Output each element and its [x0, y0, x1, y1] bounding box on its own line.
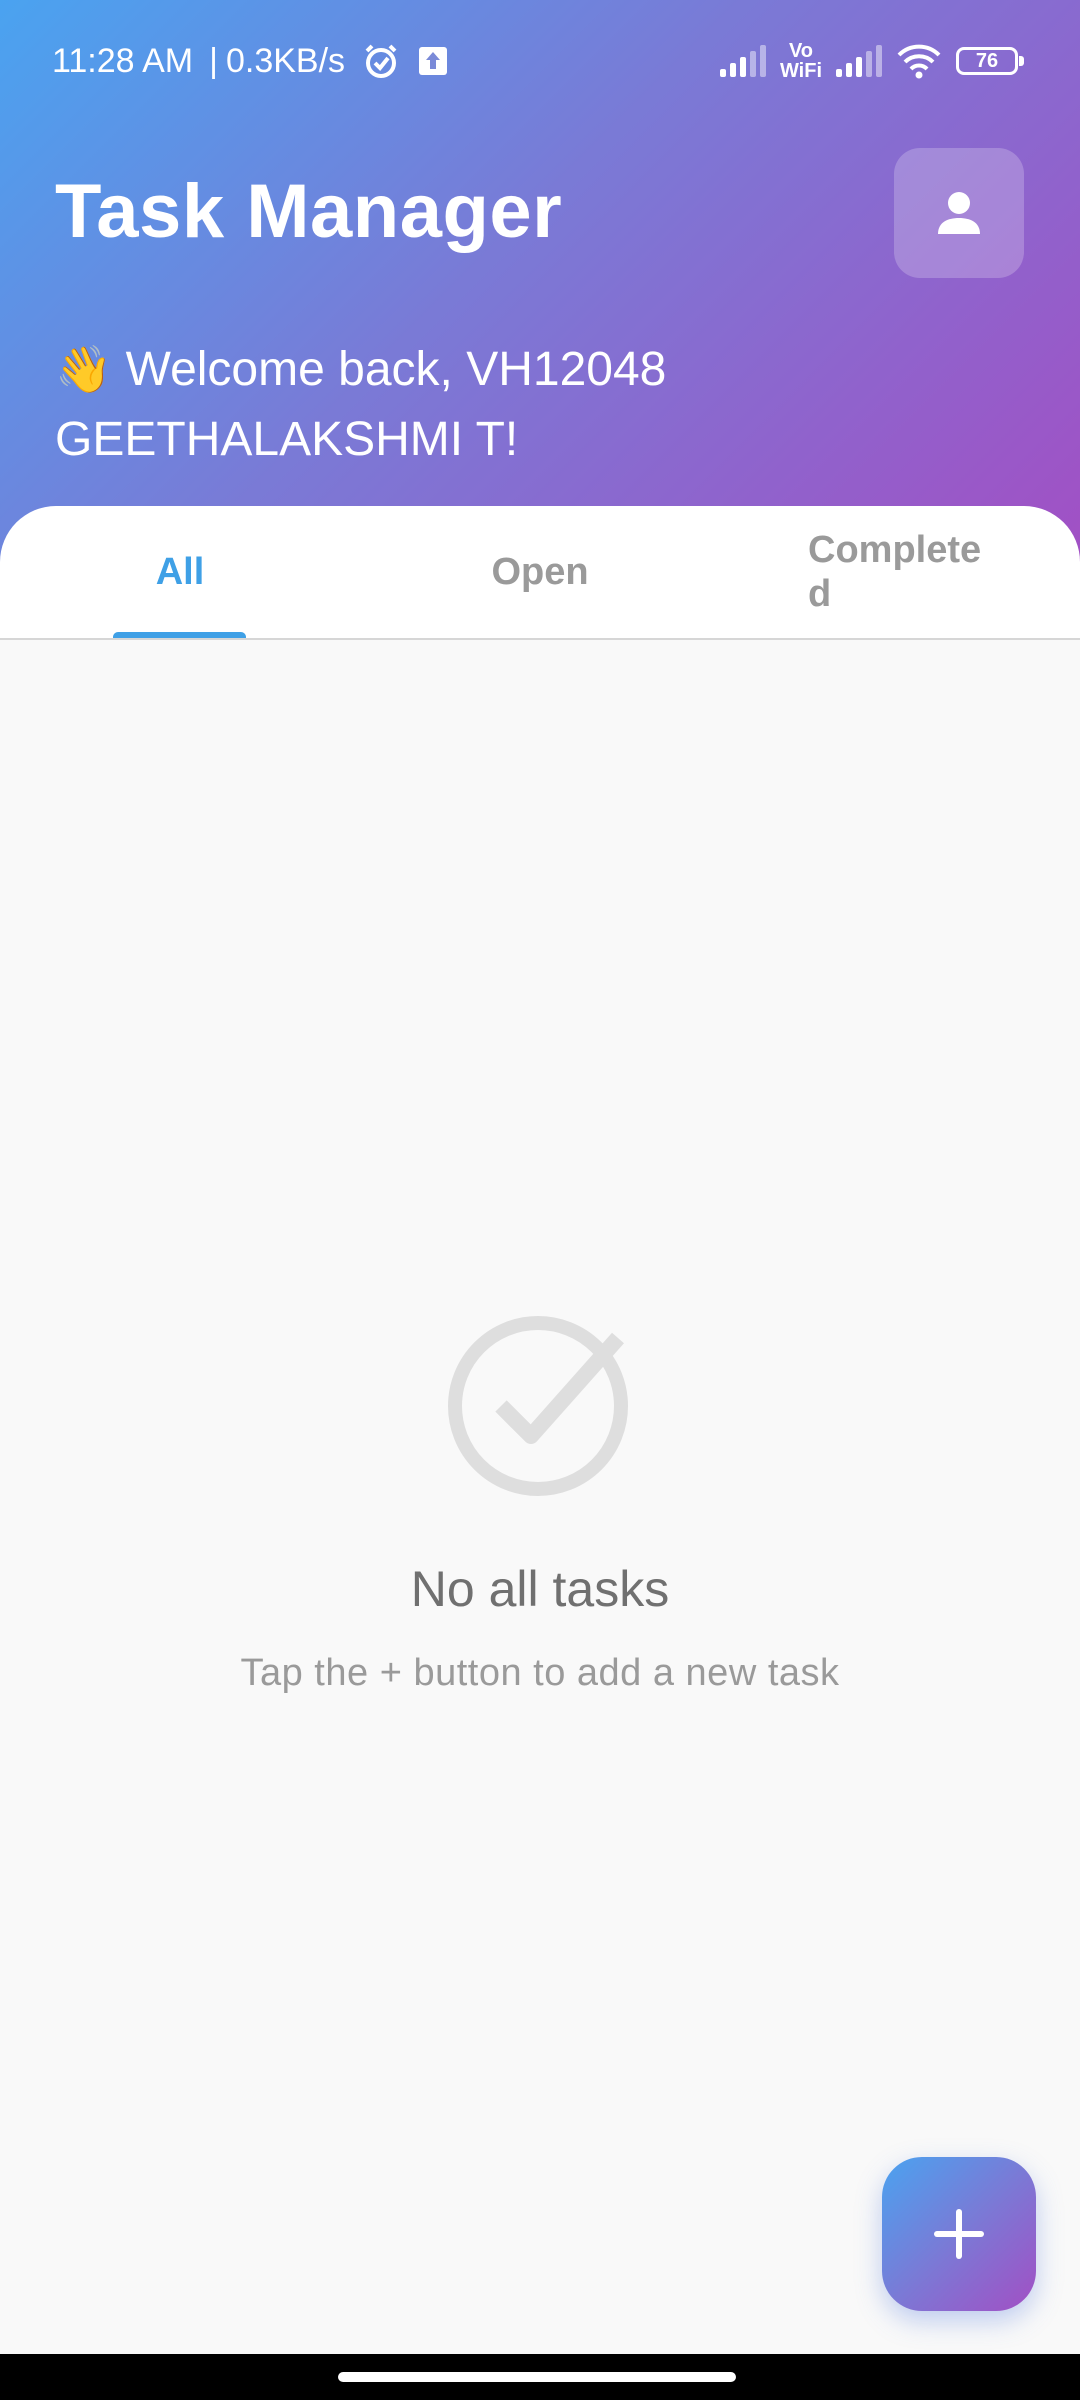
plus-icon	[934, 2209, 984, 2259]
signal-icon-2	[836, 45, 882, 77]
upload-icon	[417, 45, 449, 77]
person-icon	[934, 188, 984, 238]
alarm-icon	[361, 41, 401, 81]
empty-state-title: No all tasks	[410, 1561, 670, 1617]
status-left: 11:28 AM | 0.3KB/s	[52, 36, 449, 86]
page-title: Task Manager	[55, 169, 563, 254]
tab-completed-label: Completed	[808, 529, 982, 615]
welcome-text: Welcome back, VH12048 GEETHALAKSHMI T!	[55, 343, 667, 466]
header: 11:28 AM | 0.3KB/s Vo WiFi 76 Task Manag…	[0, 0, 1080, 580]
signal-icon	[719, 45, 766, 77]
vowifi-indicator: Vo WiFi	[780, 41, 822, 81]
system-nav-bar	[0, 2354, 1080, 2400]
home-indicator[interactable]	[338, 2372, 736, 2382]
profile-button[interactable]	[894, 148, 1024, 278]
vowifi-top: Vo	[788, 40, 814, 62]
waving-hand-icon: 👋	[55, 343, 113, 395]
battery-level: 76	[975, 49, 999, 72]
status-net-speed: 0.3KB/s	[225, 41, 346, 80]
check-circle-icon	[446, 1308, 636, 1498]
tab-all[interactable]: All	[60, 506, 300, 638]
tab-divider	[0, 638, 1080, 640]
status-bar: 11:28 AM | 0.3KB/s Vo WiFi 76	[0, 0, 1080, 120]
empty-state-subtitle: Tap the + button to add a new task	[240, 1652, 840, 1694]
tab-completed[interactable]: Completed	[808, 506, 988, 638]
status-time: 11:28 AM	[52, 41, 194, 80]
status-right: Vo WiFi 76	[719, 36, 1024, 86]
tab-open-label: Open	[491, 550, 589, 593]
vowifi-bottom: WiFi	[779, 60, 822, 82]
tab-all-label: All	[155, 550, 205, 593]
battery-indicator: 76	[956, 47, 1024, 75]
tab-open[interactable]: Open	[420, 506, 660, 638]
tab-bar: All Open Completed	[0, 506, 1080, 638]
status-separator: |	[209, 41, 218, 80]
welcome-message: 👋 Welcome back, VH12048 GEETHALAKSHMI T!	[55, 334, 955, 475]
add-task-button[interactable]	[882, 2157, 1036, 2311]
wifi-icon	[896, 43, 942, 79]
